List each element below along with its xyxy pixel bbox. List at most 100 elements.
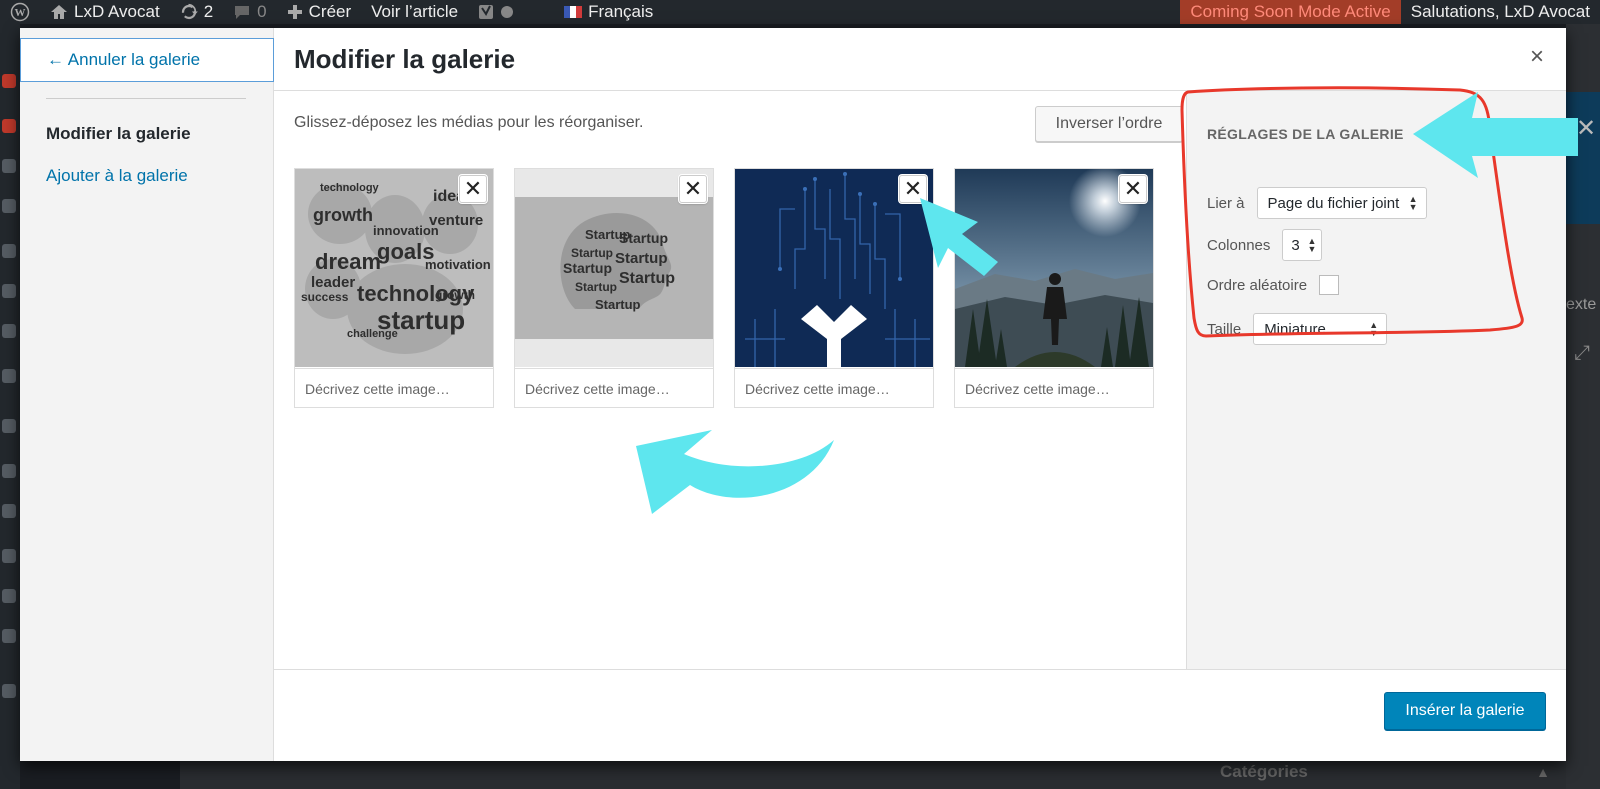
remove-attachment-button[interactable]: ✕	[1119, 175, 1147, 203]
menu-item-edit-gallery[interactable]: Modifier la galerie	[46, 124, 191, 144]
link-to-label: Lier à	[1207, 194, 1245, 212]
mail-icon	[2, 324, 16, 338]
word-cloud-word: success	[301, 290, 349, 304]
admin-menu-rail	[0, 24, 20, 789]
close-icon: ✕	[683, 176, 703, 201]
gallery-attachment[interactable]: Startup Startup Startup Startup Startup …	[514, 168, 714, 408]
columns-setting: Colonnes 3 ▲ ▼	[1207, 229, 1323, 261]
coming-soon-indicator[interactable]: Coming Soon Mode Active	[1180, 0, 1401, 24]
caption-input[interactable]: Décrivez cette image…	[955, 368, 1153, 408]
svg-text:W: W	[15, 7, 26, 19]
language-switcher[interactable]: Français	[554, 0, 663, 24]
wordpress-logo-icon[interactable]: W	[0, 0, 40, 24]
comments-link[interactable]: 0	[223, 0, 276, 24]
menu-separator	[46, 98, 246, 99]
close-icon: ×	[1529, 43, 1544, 70]
admin-bar-right: Coming Soon Mode Active Salutations, LxD…	[1180, 0, 1600, 24]
random-order-label: Ordre aléatoire	[1207, 276, 1308, 294]
select-arrows-icon: ▲ ▼	[1369, 320, 1379, 338]
gallery-attachment[interactable]: ✕ Décrivez cette image…	[734, 168, 934, 408]
word-cloud-word: Startup	[575, 280, 617, 294]
reverse-order-button[interactable]: Inverser l’ordre	[1035, 106, 1183, 142]
word-cloud-word: technology	[320, 182, 380, 194]
users-icon	[2, 504, 16, 518]
fullscreen-icon: ⤢	[1574, 342, 1590, 364]
media-icon	[2, 159, 16, 173]
close-icon: ✕	[463, 176, 483, 201]
random-order-setting: Ordre aléatoire	[1207, 275, 1340, 295]
link-to-select[interactable]: Page du fichier joint ▲ ▼	[1256, 187, 1427, 219]
word-cloud-word: Startup	[619, 270, 675, 287]
updates-icon	[180, 3, 198, 21]
menu-item-add-to-gallery[interactable]: Ajouter à la galerie	[46, 166, 188, 186]
gallery-attachment[interactable]: ✕ Décrivez cette image…	[954, 168, 1154, 408]
collapse-triangle-icon: ▲	[1536, 764, 1550, 780]
size-select[interactable]: Miniature ▲ ▼	[1253, 313, 1388, 345]
caption-input[interactable]: Décrivez cette image…	[735, 368, 933, 408]
word-cloud-word: growth	[435, 288, 475, 302]
view-post-link[interactable]: Voir l’article	[361, 0, 468, 24]
word-cloud-word: dream	[315, 249, 381, 274]
new-content-link[interactable]: Créer	[277, 0, 362, 24]
columns-select[interactable]: 3 ▲ ▼	[1282, 229, 1323, 261]
word-cloud-word: growth	[313, 205, 373, 225]
comments-count: 0	[257, 2, 267, 21]
word-cloud-word: motivation	[425, 257, 491, 272]
french-flag-icon	[564, 6, 583, 18]
link-to-setting: Lier à Page du fichier joint ▲ ▼	[1207, 187, 1427, 219]
users-icon	[2, 464, 16, 478]
settings-icon	[2, 589, 16, 603]
cancel-gallery-link[interactable]: ← Annuler la galerie	[20, 38, 274, 82]
pin-icon	[2, 199, 16, 213]
pages-icon	[2, 244, 16, 258]
remove-attachment-button[interactable]: ✕	[679, 175, 707, 203]
admin-bar: W LxD Avocat 2 0 Créer Voir l’article Fr…	[0, 0, 1600, 24]
insert-gallery-button[interactable]: Insérer la galerie	[1384, 692, 1546, 730]
size-setting: Taille Miniature ▲ ▼	[1207, 313, 1388, 345]
home-icon	[50, 4, 68, 20]
columns-label: Colonnes	[1207, 236, 1271, 254]
caption-input[interactable]: Décrivez cette image…	[295, 368, 493, 408]
view-post-label: Voir l’article	[371, 2, 459, 21]
media-toolbar: Insérer la galerie	[274, 669, 1566, 761]
plugin-icon	[2, 74, 16, 88]
appearance-icon	[2, 369, 16, 383]
link-to-value: Page du fichier joint	[1267, 194, 1400, 212]
tools-icon	[2, 549, 16, 563]
updates-link[interactable]: 2	[170, 0, 223, 24]
reorder-instructions: Glissez-déposez les médias pour les réor…	[294, 114, 644, 131]
comment-icon	[233, 4, 251, 20]
notice-panel	[1566, 92, 1600, 224]
site-name-link[interactable]: LxD Avocat	[40, 0, 170, 24]
plugins-icon	[2, 419, 16, 433]
remove-attachment-button[interactable]: ✕	[459, 175, 487, 203]
size-label: Taille	[1207, 320, 1242, 338]
text-tab-label: exte	[1566, 296, 1597, 313]
account-menu[interactable]: Salutations, LxD Avocat	[1401, 0, 1600, 24]
updates-count: 2	[203, 2, 214, 21]
gallery-settings-sidebar: Réglages de la galerie Lier à Page du fi…	[1186, 91, 1566, 669]
media-modal: ← Annuler la galerie Modifier la galerie…	[20, 28, 1566, 761]
yoast-icon	[2, 684, 16, 698]
greeting-label: Salutations, LxD Avocat	[1410, 2, 1590, 21]
gallery-attachment[interactable]: technology growth idea dream innovation …	[294, 168, 494, 408]
random-order-checkbox[interactable]	[1319, 275, 1340, 295]
select-arrows-icon: ▲ ▼	[1307, 236, 1317, 254]
modal-close-button[interactable]: ×	[1522, 42, 1552, 72]
close-icon: ✕	[903, 176, 923, 201]
modal-title: Modifier la galerie	[294, 44, 516, 74]
remove-attachment-button[interactable]: ✕	[899, 175, 927, 203]
word-cloud-word: Startup	[571, 246, 613, 260]
grid-icon	[2, 629, 16, 643]
word-cloud-word: challenge	[347, 328, 398, 340]
plugin-icon	[2, 119, 16, 133]
word-cloud-word: venture	[429, 212, 483, 229]
comments-icon	[2, 284, 16, 298]
caption-input[interactable]: Décrivez cette image…	[515, 368, 713, 408]
yoast-seo-menu[interactable]	[468, 0, 524, 24]
size-value: Miniature	[1264, 320, 1326, 338]
media-menu: ← Annuler la galerie Modifier la galerie…	[20, 28, 274, 761]
seo-status-dot-icon	[500, 5, 514, 19]
word-cloud-word: leader	[311, 274, 355, 291]
categories-box-title: Catégories	[1220, 762, 1308, 781]
